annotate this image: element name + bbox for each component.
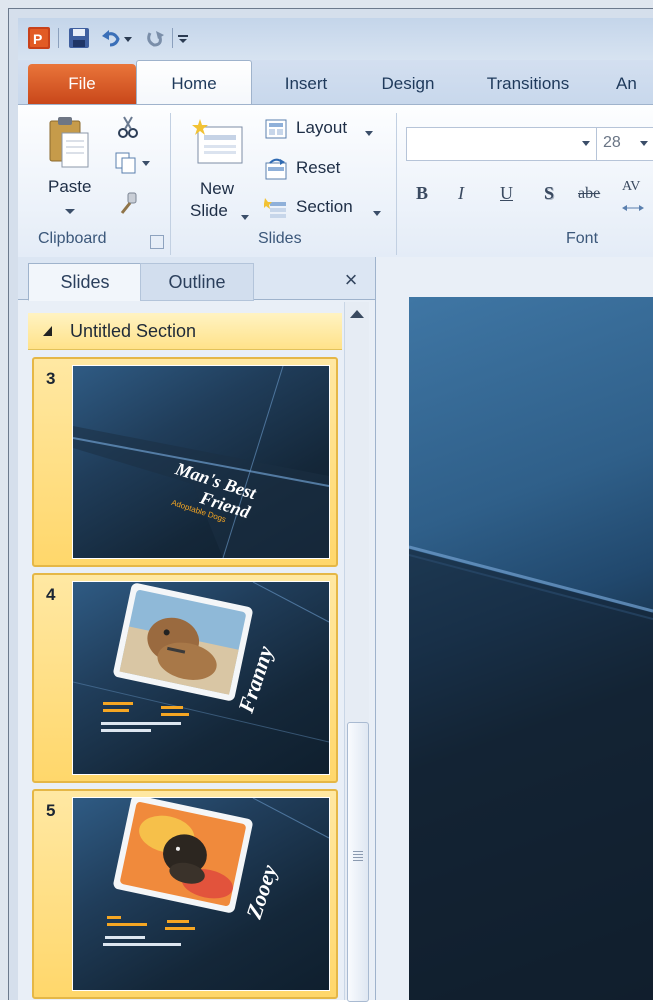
- slide-editor: [376, 257, 653, 1000]
- paste-icon[interactable]: [48, 115, 90, 171]
- slide-thumbnail-5[interactable]: 5 Zooey: [32, 789, 338, 999]
- font-size-box[interactable]: 28: [596, 127, 653, 161]
- font-size-dropdown-icon[interactable]: [639, 140, 649, 148]
- tab-transitions[interactable]: Transitions: [464, 62, 592, 104]
- tab-design[interactable]: Design: [356, 62, 460, 104]
- scroll-up-icon[interactable]: [350, 310, 364, 318]
- paste-label[interactable]: Paste: [48, 177, 91, 197]
- ribbon-tabs: File Home Insert Design Transitions An: [18, 60, 653, 106]
- ribbon: Paste Clipboard New Slide Layout Reset S…: [18, 104, 653, 258]
- undo-icon[interactable]: [100, 27, 122, 49]
- tab-animations[interactable]: An: [616, 62, 653, 104]
- slide-number: 5: [46, 801, 56, 820]
- new-slide-label-2[interactable]: Slide: [190, 201, 228, 221]
- copy-icon[interactable]: [114, 151, 152, 175]
- main-slide-canvas[interactable]: [409, 297, 653, 1000]
- section-title: Untitled Section: [70, 321, 197, 341]
- font-name-dropdown-icon[interactable]: [581, 140, 591, 148]
- character-spacing-button[interactable]: AV: [622, 179, 640, 195]
- tab-slides[interactable]: Slides: [28, 263, 142, 301]
- customize-qat-icon[interactable]: [176, 27, 190, 49]
- slide-number: 3: [46, 369, 56, 388]
- reset-icon[interactable]: [264, 157, 288, 181]
- new-slide-dropdown-icon[interactable]: [240, 209, 250, 220]
- reset-label[interactable]: Reset: [296, 158, 340, 178]
- shadow-button[interactable]: S: [544, 183, 554, 204]
- tab-insert[interactable]: Insert: [256, 62, 356, 104]
- pane-tabs: Slides Outline ×: [18, 257, 375, 301]
- slide-preview: Franny: [72, 581, 330, 775]
- tab-outline[interactable]: Outline: [140, 263, 254, 301]
- collapse-triangle-icon[interactable]: [42, 325, 54, 337]
- font-name-box[interactable]: [406, 127, 598, 161]
- close-icon[interactable]: ×: [340, 269, 362, 291]
- tab-home[interactable]: Home: [136, 60, 252, 106]
- scroll-thumb[interactable]: [347, 722, 369, 1002]
- strikethrough-button[interactable]: abe: [578, 185, 600, 203]
- pane-scrollbar[interactable]: [344, 302, 369, 1002]
- tab-file[interactable]: File: [28, 64, 136, 104]
- spacing-arrows-icon: [622, 199, 644, 211]
- slides-group-label: Slides: [258, 230, 302, 247]
- title-bar: P: [18, 18, 653, 60]
- powerpoint-icon[interactable]: P: [28, 27, 50, 49]
- font-size-value: 28: [603, 134, 621, 151]
- slides-pane: Slides Outline × Untitled Section 3 Man'…: [18, 257, 376, 1002]
- cut-icon[interactable]: [116, 115, 140, 139]
- layout-icon[interactable]: [264, 117, 288, 141]
- section-dropdown-icon[interactable]: [372, 205, 382, 216]
- slide-thumbnail-4[interactable]: 4 Franny: [32, 573, 338, 783]
- svg-text:P: P: [33, 31, 42, 47]
- font-group-label: Font: [566, 230, 599, 247]
- grip-icon: [353, 851, 363, 861]
- section-header[interactable]: Untitled Section: [28, 313, 342, 350]
- save-icon[interactable]: [68, 27, 90, 49]
- section-icon[interactable]: [263, 196, 288, 220]
- paste-dropdown-icon[interactable]: [64, 203, 76, 214]
- underline-button[interactable]: U: [500, 183, 513, 204]
- new-slide-label-1[interactable]: New: [200, 179, 234, 199]
- italic-button[interactable]: I: [458, 183, 464, 204]
- clipboard-launcher-icon[interactable]: [150, 235, 164, 249]
- bold-button[interactable]: B: [416, 183, 428, 204]
- new-slide-icon[interactable]: [190, 117, 246, 171]
- layout-label[interactable]: Layout: [296, 118, 347, 138]
- slide-thumbnail-3[interactable]: 3 Man's Best Friend Adoptable Dogs: [32, 357, 338, 567]
- section-label[interactable]: Section: [296, 197, 353, 217]
- slide-preview: Zooey: [72, 797, 330, 991]
- format-painter-icon[interactable]: [116, 191, 140, 215]
- layout-dropdown-icon[interactable]: [364, 125, 374, 136]
- redo-icon[interactable]: [144, 27, 166, 49]
- slide-number: 4: [46, 585, 56, 604]
- slide-preview: Man's Best Friend Adoptable Dogs: [72, 365, 330, 559]
- clipboard-group-label: Clipboard: [38, 230, 107, 247]
- undo-dropdown-icon[interactable]: [122, 27, 134, 49]
